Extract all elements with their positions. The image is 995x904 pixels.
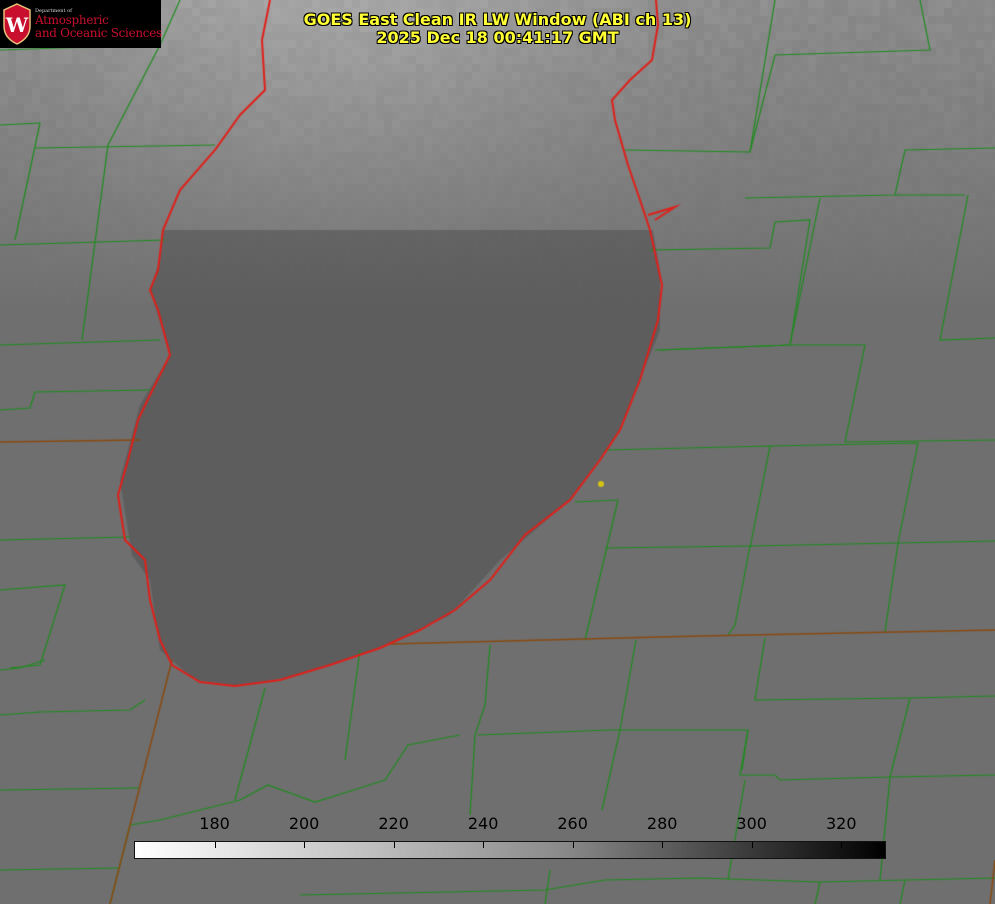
title-line1: GOES East Clean IR LW Window (ABI ch 13) xyxy=(303,10,692,29)
satellite-image xyxy=(0,0,995,904)
colorbar-tick-mark xyxy=(483,842,485,848)
colorbar-tick-label: 200 xyxy=(288,814,320,833)
colorbar-tick-label: 240 xyxy=(467,814,499,833)
colorbar-tick-label: 220 xyxy=(378,814,409,833)
colorbar-tick-label: 320 xyxy=(825,814,857,833)
colorbar-tick-mark xyxy=(214,842,216,848)
colorbar-tick-mark xyxy=(304,842,306,848)
colorbar-tick-label: 300 xyxy=(736,814,767,833)
colorbar-tick-label: 260 xyxy=(557,814,588,833)
colorbar-tick-mark xyxy=(572,842,574,848)
colorbar-tick-label: 280 xyxy=(646,814,678,833)
temperature-colorbar xyxy=(134,841,886,859)
colorbar-tick-mark xyxy=(751,842,753,848)
colorbar-tick-mark xyxy=(393,842,395,848)
colorbar-tick-mark xyxy=(662,842,664,848)
title-timestamp: 2025 Dec 18 00:41:17 GMT xyxy=(376,28,619,47)
colorbar-tick-mark xyxy=(841,842,843,848)
colorbar-tick-label: 180 xyxy=(199,814,230,833)
image-title: GOES East Clean IR LW Window (ABI ch 13)… xyxy=(0,11,995,47)
